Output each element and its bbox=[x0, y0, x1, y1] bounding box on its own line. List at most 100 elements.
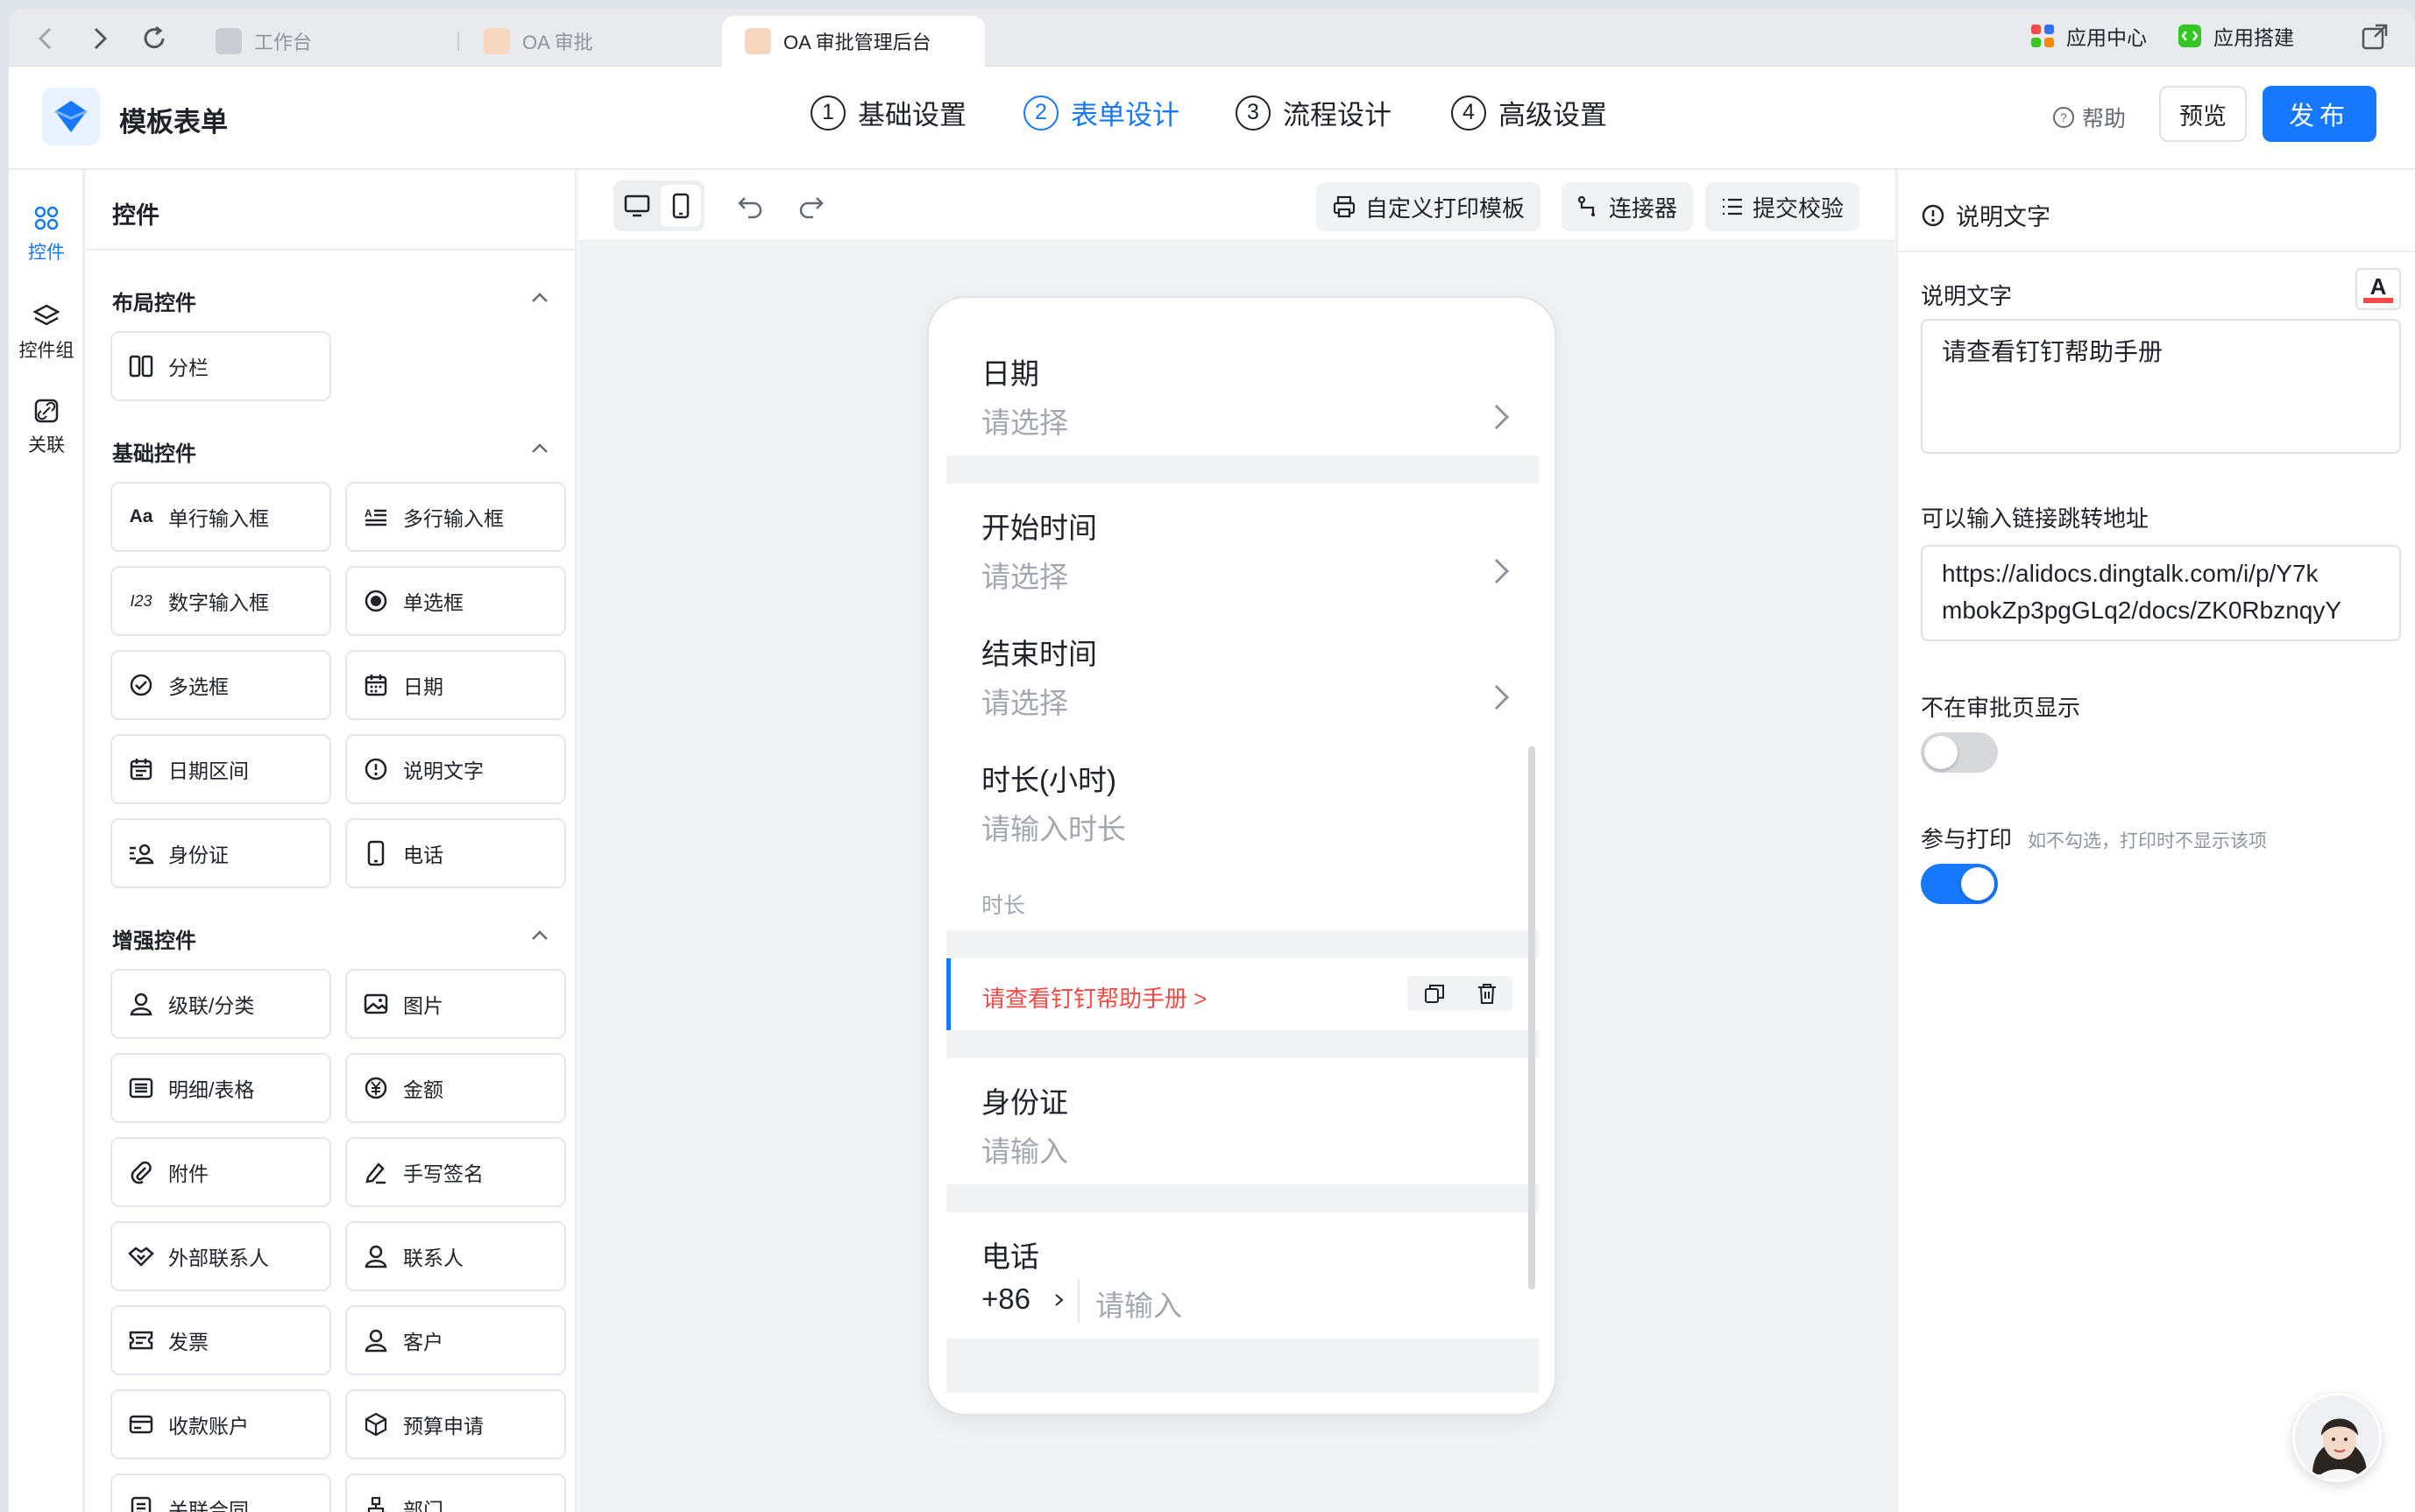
step-form-design[interactable]: 2 表单设计 bbox=[1023, 93, 1179, 132]
table-icon bbox=[128, 1075, 154, 1101]
phone-icon bbox=[363, 840, 389, 866]
forward-icon[interactable] bbox=[82, 21, 117, 56]
back-icon[interactable] bbox=[28, 21, 63, 56]
canvas-scrollbar[interactable] bbox=[1528, 746, 1535, 1289]
open-external-icon[interactable] bbox=[2357, 19, 2392, 54]
connector-button[interactable]: 连接器 bbox=[1562, 182, 1694, 231]
layers-icon bbox=[32, 304, 60, 326]
svg-text:?: ? bbox=[2060, 110, 2067, 124]
hide-on-approval-toggle[interactable] bbox=[1921, 732, 1998, 773]
radio-icon bbox=[363, 588, 389, 614]
field-phone[interactable]: 电话 +86 请输入 bbox=[946, 1212, 1539, 1339]
hide-on-approval-label: 不在审批页显示 bbox=[1921, 695, 2081, 721]
user-icon bbox=[363, 1243, 389, 1269]
text-color-icon[interactable]: A bbox=[2355, 268, 2401, 310]
field-actions bbox=[1407, 976, 1512, 1011]
rail-item-controls[interactable]: 控件 bbox=[9, 205, 84, 265]
properties-header: 说明文字 bbox=[1921, 198, 2050, 232]
field-placeholder: 请输入 bbox=[1095, 1289, 1182, 1322]
rail-item-relations[interactable]: 关联 bbox=[9, 398, 84, 457]
control-description-text[interactable]: 说明文字 bbox=[345, 734, 566, 804]
control-contact[interactable]: 联系人 bbox=[345, 1221, 566, 1291]
control-checkbox[interactable]: 多选框 bbox=[110, 650, 331, 720]
control-image[interactable]: 图片 bbox=[345, 969, 566, 1039]
field-date[interactable]: 日期 请选择 bbox=[946, 329, 1539, 456]
custom-print-template-button[interactable]: 自定义打印模板 bbox=[1316, 182, 1541, 231]
link-input[interactable]: https://alidocs.dingtalk.com/i/p/Y7k mbo… bbox=[1921, 545, 2401, 641]
mobile-view-icon[interactable] bbox=[661, 185, 701, 227]
control-date-range[interactable]: 日期区间 bbox=[110, 734, 331, 804]
control-detail-table[interactable]: 明细/表格 bbox=[110, 1053, 331, 1123]
section-layout-controls[interactable]: 布局控件 bbox=[112, 286, 568, 316]
org-icon bbox=[363, 1495, 389, 1512]
field-placeholder: 请选择 bbox=[981, 406, 1068, 439]
section-basic-controls[interactable]: 基础控件 bbox=[112, 436, 568, 467]
control-budget[interactable]: 预算申请 bbox=[345, 1389, 566, 1459]
control-invoice[interactable]: 发票 bbox=[110, 1305, 331, 1375]
control-number[interactable]: I23 数字输入框 bbox=[110, 566, 331, 636]
chevron-up-icon[interactable] bbox=[529, 438, 550, 459]
delete-icon[interactable] bbox=[1477, 982, 1498, 1005]
box-icon bbox=[363, 1411, 389, 1438]
description-label: 说明文字 bbox=[1921, 283, 2013, 309]
copy-icon[interactable] bbox=[1423, 982, 1446, 1005]
control-cascade[interactable]: 级联/分类 bbox=[110, 969, 331, 1039]
app-builder-link[interactable]: 应用搭建 bbox=[2177, 21, 2294, 51]
control-id-card[interactable]: 身份证 bbox=[110, 818, 331, 888]
country-code[interactable]: +86 bbox=[981, 1282, 1030, 1316]
publish-button[interactable]: 发布 bbox=[2263, 86, 2376, 142]
control-amount[interactable]: 金额 bbox=[345, 1053, 566, 1123]
rail-item-control-groups[interactable]: 控件组 bbox=[9, 303, 84, 363]
desktop-view-icon[interactable] bbox=[617, 185, 657, 227]
field-id-card[interactable]: 身份证 请输入 bbox=[946, 1058, 1539, 1184]
description-textarea[interactable]: 请查看钉钉帮助手册 bbox=[1921, 319, 2401, 454]
refresh-icon[interactable] bbox=[137, 21, 172, 56]
app-window: 工作台 OA 审批 OA 审批管理后台 应用中心 应用搭建 模板表单 1 基础设… bbox=[9, 9, 2415, 1512]
step-flow-design[interactable]: 3 流程设计 bbox=[1236, 93, 1392, 132]
tab-separator bbox=[457, 32, 459, 51]
tab-workbench[interactable]: 工作台 bbox=[193, 16, 456, 67]
control-columns[interactable]: 分栏 bbox=[110, 331, 331, 401]
tab-oa-admin[interactable]: OA 审批管理后台 bbox=[722, 16, 985, 67]
control-phone[interactable]: 电话 bbox=[345, 818, 566, 888]
id-card-icon bbox=[128, 840, 154, 866]
left-rail: 控件 控件组 关联 bbox=[9, 170, 84, 1512]
control-department[interactable]: 部门 bbox=[345, 1473, 566, 1512]
preview-button[interactable]: 预览 bbox=[2159, 86, 2247, 142]
assistant-avatar[interactable] bbox=[2292, 1393, 2382, 1482]
properties-divider bbox=[1898, 251, 2415, 252]
oa-admin-tab-icon bbox=[745, 28, 771, 54]
field-label: 电话 bbox=[981, 1240, 1039, 1273]
control-signature[interactable]: 手写签名 bbox=[345, 1137, 566, 1207]
control-customer[interactable]: 客户 bbox=[345, 1305, 566, 1375]
section-enhanced-controls[interactable]: 增强控件 bbox=[112, 923, 568, 954]
tab-oa-approval[interactable]: OA 审批 bbox=[461, 16, 724, 67]
chevron-up-icon[interactable] bbox=[529, 925, 550, 946]
redo-icon[interactable] bbox=[797, 191, 827, 221]
field-description-selected[interactable]: 请查看钉钉帮助手册 > bbox=[946, 958, 1539, 1030]
help-link[interactable]: ? 帮助 bbox=[2052, 102, 2126, 133]
app-center-link[interactable]: 应用中心 bbox=[2029, 21, 2147, 51]
app-header: 模板表单 1 基础设置 2 表单设计 3 流程设计 4 高级设置 ? 帮助 预览… bbox=[9, 67, 2415, 170]
control-attachment[interactable]: 附件 bbox=[110, 1137, 331, 1207]
control-single-line[interactable]: Aa 单行输入框 bbox=[110, 482, 331, 552]
chevron-right-icon bbox=[1484, 684, 1510, 710]
print-toggle[interactable] bbox=[1921, 864, 1998, 904]
step-advanced-settings[interactable]: 4 高级设置 bbox=[1451, 93, 1607, 132]
panel-divider bbox=[86, 249, 575, 251]
control-date[interactable]: 日期 bbox=[345, 650, 566, 720]
control-payment-account[interactable]: 收款账户 bbox=[110, 1389, 331, 1459]
field-placeholder: 请输入时长 bbox=[981, 813, 1126, 845]
chevron-up-icon[interactable] bbox=[529, 287, 550, 308]
control-radio[interactable]: 单选框 bbox=[345, 566, 566, 636]
workbench-tab-icon bbox=[216, 28, 242, 54]
invoice-icon bbox=[128, 1327, 154, 1353]
undo-icon[interactable] bbox=[734, 191, 764, 221]
panel-title: 控件 bbox=[112, 202, 159, 229]
control-external-contact[interactable]: 外部联系人 bbox=[110, 1221, 331, 1291]
submit-validation-button[interactable]: 提交校验 bbox=[1705, 182, 1860, 231]
step-basic-settings[interactable]: 1 基础设置 bbox=[811, 93, 967, 132]
control-multi-line[interactable]: A 多行输入框 bbox=[345, 482, 566, 552]
info-icon bbox=[363, 756, 389, 782]
control-related-contract[interactable]: 关联合同 bbox=[110, 1473, 331, 1512]
